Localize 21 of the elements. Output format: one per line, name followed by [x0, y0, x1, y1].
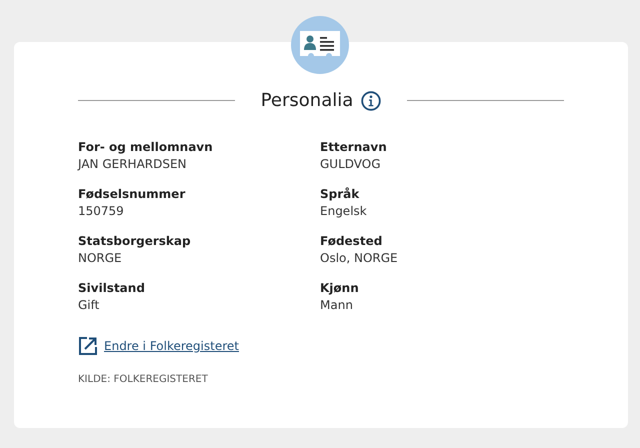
info-icon[interactable]	[361, 90, 382, 110]
field-value: Gift	[78, 297, 100, 314]
field-label: Etternavn	[320, 139, 388, 156]
field-label: Sivilstand	[78, 280, 146, 297]
field-label: Fødested	[320, 233, 384, 250]
external-link-icon	[78, 336, 98, 356]
field-value: Engelsk	[320, 203, 368, 220]
field-value: GULDVOG	[320, 156, 382, 173]
section-title: Personalia	[260, 90, 354, 111]
field-value: 150759	[78, 203, 125, 220]
field-value: Oslo, NORGE	[320, 250, 399, 267]
field-label: For- og mellomnavn	[78, 139, 214, 156]
field-label: Språk	[320, 186, 360, 203]
field-value: Mann	[320, 297, 354, 314]
field-label: Statsborgerskap	[78, 233, 192, 250]
field-label: Fødselsnummer	[78, 186, 186, 203]
field-value: JAN GERHARDSEN	[78, 156, 188, 173]
source-note: KILDE: FOLKEREGISTERET	[78, 374, 209, 385]
folkeregister-link[interactable]: Endre i Folkeregisteret	[104, 339, 239, 353]
field-label: Kjønn	[320, 280, 360, 297]
field-value: NORGE	[78, 250, 123, 267]
